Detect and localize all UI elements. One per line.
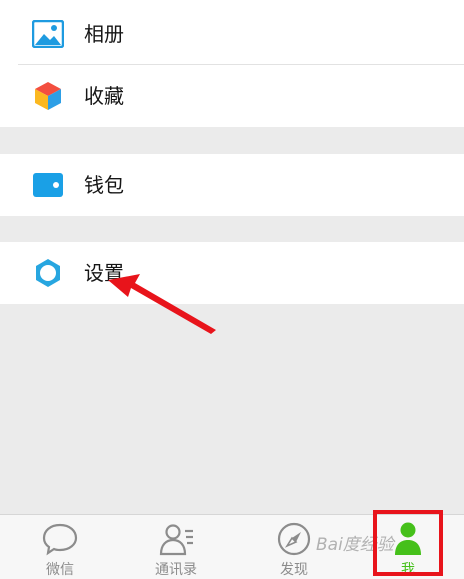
menu-item-settings[interactable]: 设置 (0, 242, 464, 304)
gear-icon (36, 259, 60, 287)
cube-icon (35, 82, 61, 110)
annotation-highlight-box (373, 510, 443, 576)
tab-chats[interactable]: 微信 (2, 515, 118, 579)
menu-item-wallet[interactable]: 钱包 (0, 154, 464, 216)
chat-bubble-icon (42, 523, 78, 556)
menu-group-wallet: 钱包 (0, 154, 464, 216)
contacts-icon (159, 524, 193, 556)
menu-item-label: 相册 (84, 22, 124, 46)
image-icon (32, 20, 64, 48)
wallet-icon (33, 173, 63, 197)
menu-item-label: 钱包 (84, 173, 124, 197)
compass-icon (277, 522, 311, 556)
tab-label: 通讯录 (155, 562, 197, 578)
menu-group-album-favorites: 相册 收藏 (0, 0, 464, 127)
menu-item-label: 设置 (84, 261, 124, 285)
tab-contacts[interactable]: 通讯录 (118, 515, 234, 579)
tab-label: 微信 (46, 562, 74, 578)
tab-label: 发现 (280, 562, 308, 578)
menu-item-label: 收藏 (84, 84, 124, 108)
menu-item-favorites[interactable]: 收藏 (0, 65, 464, 127)
menu-item-album[interactable]: 相册 (0, 3, 464, 65)
menu-group-settings: 设置 (0, 242, 464, 304)
